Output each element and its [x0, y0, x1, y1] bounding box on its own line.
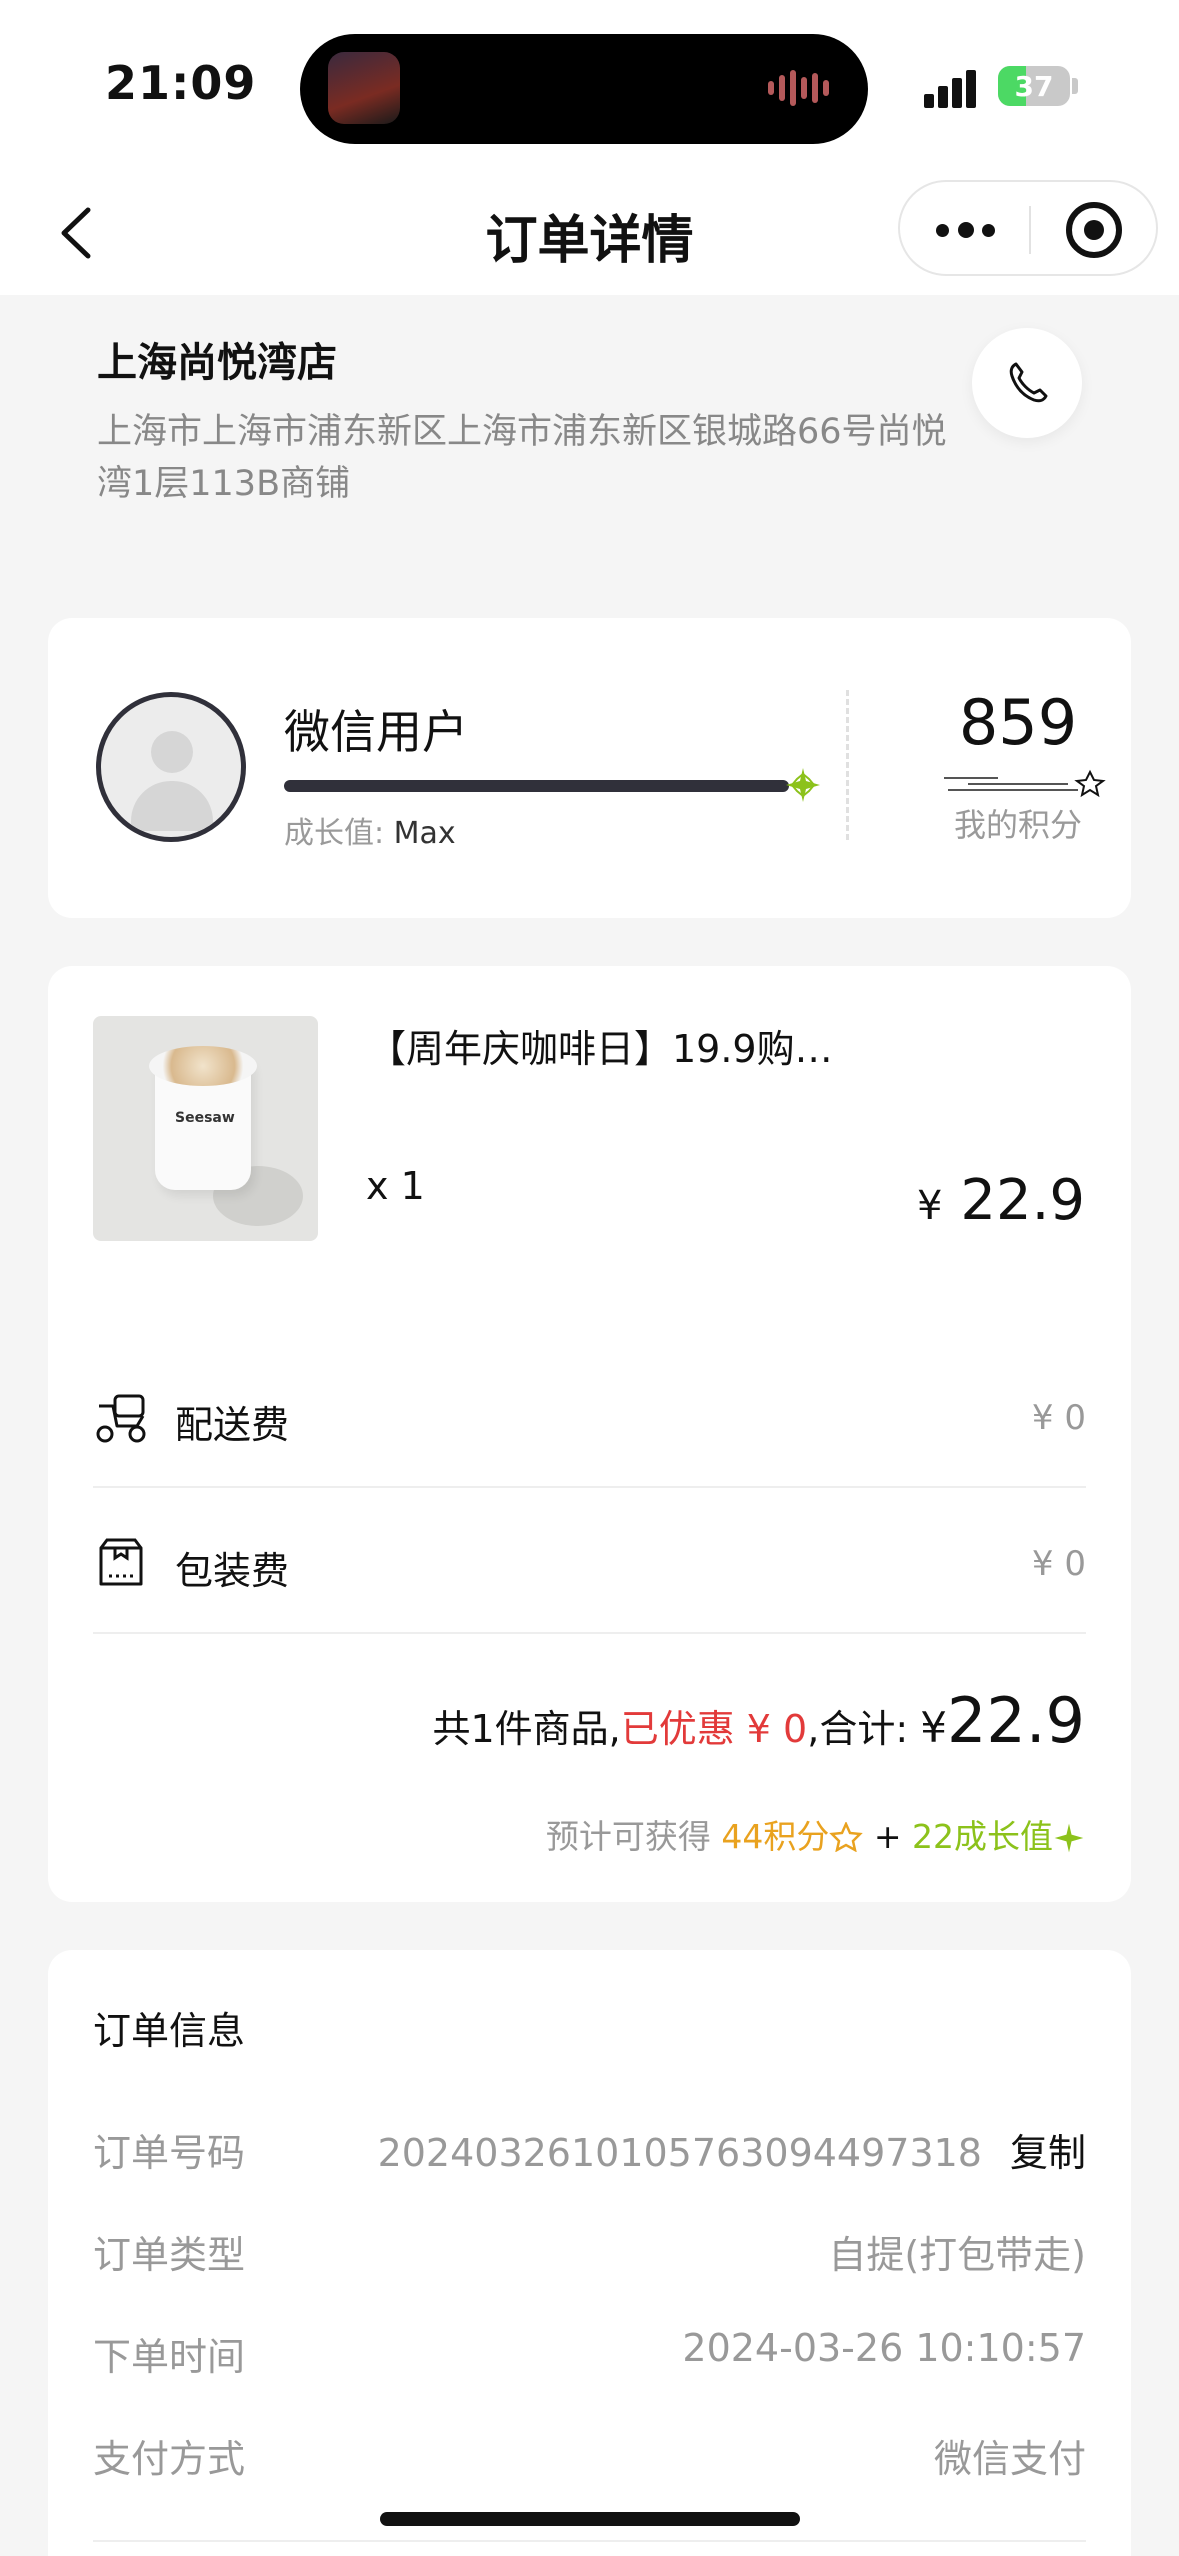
audio-wave-icon — [768, 70, 838, 110]
order-number-label: 订单号码 — [93, 2131, 246, 2175]
order-info-title: 订单信息 — [93, 2009, 246, 2053]
delivery-fee-row: 配送费 ¥ 0 — [93, 1342, 1086, 1488]
member-divider — [846, 690, 849, 840]
points-label: 我的积分 — [953, 806, 1082, 844]
now-playing-artwork — [328, 52, 400, 124]
avatar — [96, 692, 246, 842]
battery-icon: 37 — [998, 66, 1070, 106]
info-divider — [93, 2540, 1086, 2542]
order-number-value-wrap: 20240326101057630944973​18 复制 — [378, 2122, 1086, 2177]
nav-bar: 订单详情 — [0, 170, 1179, 295]
growth-label: 成长值: Max — [284, 808, 456, 852]
store-name: 上海尚悦湾店 — [97, 340, 337, 386]
payment-method-label: 支付方式 — [93, 2437, 246, 2481]
cellular-signal-icon — [924, 68, 984, 108]
earn-plus: + — [873, 1817, 902, 1856]
order-number-row: 订单号码 20240326101057630944973​18 复制 — [93, 2122, 1086, 2182]
copy-button[interactable]: 复制 — [1010, 2131, 1086, 2175]
item-count: 共1件商品, — [432, 1707, 621, 1751]
product-quantity: x 1 — [366, 1164, 425, 1208]
close-miniprogram-button[interactable] — [1066, 202, 1122, 258]
call-store-button[interactable] — [972, 328, 1082, 438]
total-label: ,合计: — [807, 1707, 909, 1751]
growth-label-text: 成长值: — [284, 816, 385, 851]
order-type-label: 订单类型 — [93, 2233, 246, 2277]
home-indicator — [380, 2512, 800, 2526]
payment-method-row: 支付方式 微信支付 — [93, 2428, 1086, 2488]
total-currency: ¥ — [920, 1703, 947, 1752]
total-value: 22.9 — [946, 1684, 1085, 1757]
price-currency: ¥ — [917, 1183, 943, 1229]
order-type-value: 自提(打包带走) — [828, 2233, 1086, 2277]
status-bar: 21:09 37 — [0, 0, 1179, 170]
miniprogram-capsule — [898, 180, 1158, 276]
growth-sparkle-icon — [786, 768, 820, 802]
earn-estimate: 预计可获得 44积分 + 22成长值 — [546, 1810, 1085, 1858]
more-button[interactable] — [930, 210, 1000, 250]
points-value[interactable]: 859 — [928, 686, 1108, 759]
growth-progress-bar — [284, 780, 789, 792]
order-time-label: 下单时间 — [93, 2335, 246, 2379]
order-summary: 共1件商品,已优惠 ¥ 0,合计: ¥22.9 — [432, 1684, 1085, 1757]
payment-method-value: 微信支付 — [933, 2437, 1086, 2481]
packaging-fee-value: ¥ 0 — [1031, 1544, 1086, 1584]
points-star-icon — [829, 1820, 864, 1853]
battery-level: 37 — [1014, 70, 1054, 103]
package-bag-icon — [99, 1538, 143, 1586]
order-type-row: 订单类型 自提(打包带走) — [93, 2224, 1086, 2284]
earn-growth: 22成长值 — [912, 1817, 1053, 1856]
status-time: 21:09 — [105, 56, 257, 110]
delivery-fee-label: 配送费 — [175, 1403, 290, 1447]
product-image: Seesaw — [93, 1016, 318, 1241]
growth-value: Max — [393, 816, 456, 851]
capsule-divider — [1029, 206, 1031, 254]
price-value: 22.9 — [960, 1168, 1085, 1233]
packaging-fee-label: 包装费 — [175, 1549, 290, 1593]
order-time-row: 下单时间 2024-03-26 10:10:57 — [93, 2326, 1086, 2386]
target-icon — [1084, 220, 1104, 240]
delivery-scooter-icon — [96, 1394, 146, 1443]
discount-amount: 已优惠 ¥ 0 — [620, 1707, 808, 1751]
product-price: ¥ 22.9 — [917, 1168, 1085, 1233]
packaging-fee-row: 包装费 ¥ 0 — [93, 1488, 1086, 1634]
order-info-card: 订单信息 订单号码 20240326101057630944973​18 复制 订… — [48, 1950, 1131, 2556]
product-name: 【周年庆咖啡日】19.9购… — [368, 1027, 833, 1071]
member-card: 微信用户 成长值: Max 859 我的积分 — [48, 618, 1131, 918]
points-star-icon — [944, 769, 1106, 798]
battery-cap — [1072, 78, 1078, 94]
store-address: 上海市上海市浦东新区上海市浦东新区银城路66号尚悦湾1层113B商铺 — [97, 412, 947, 504]
phone-icon — [1009, 362, 1048, 403]
earn-points: 44积分 — [721, 1817, 830, 1856]
order-number-value: 20240326101057630944973​18 — [377, 2131, 982, 2175]
dynamic-island — [300, 34, 868, 144]
delivery-fee-value: ¥ 0 — [1031, 1398, 1086, 1438]
growth-sparkle-icon — [1054, 1823, 1084, 1853]
user-name: 微信用户 — [284, 705, 468, 759]
earn-prefix: 预计可获得 — [545, 1817, 711, 1856]
order-time-value: 2024-03-26 10:10:57 — [682, 2326, 1086, 2370]
